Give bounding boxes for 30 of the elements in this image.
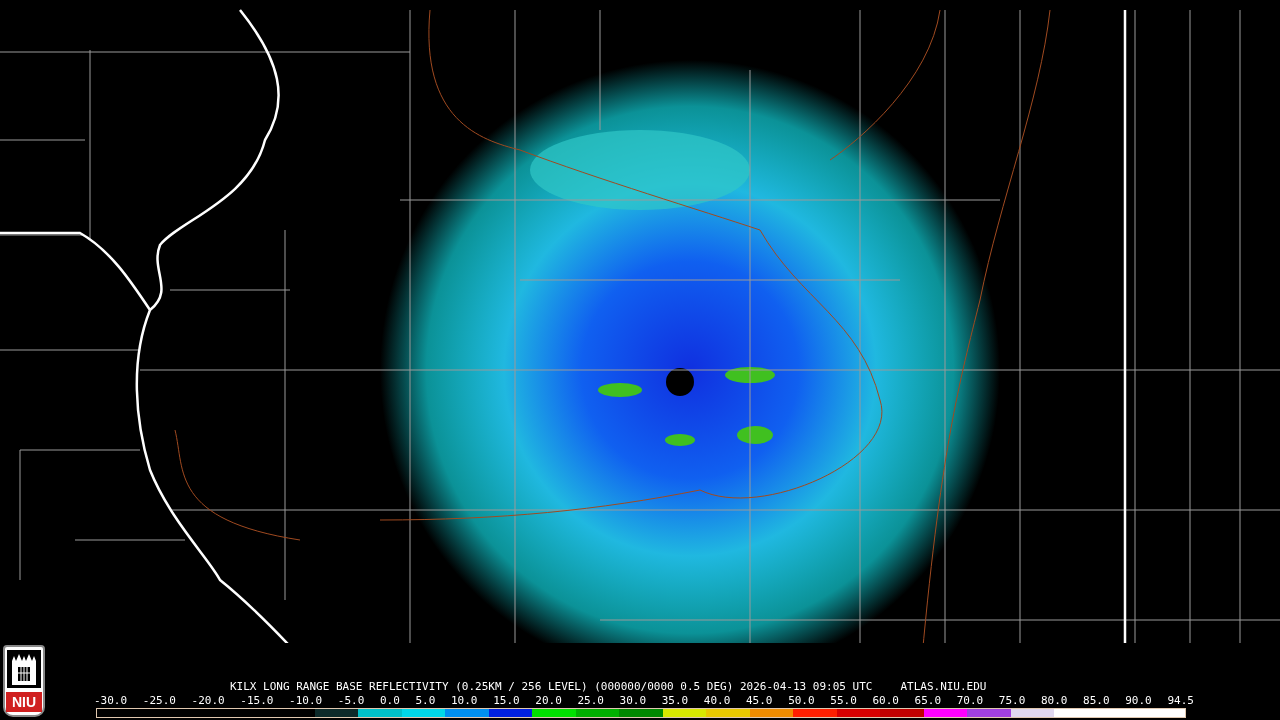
scale-label: 45.0 [746,695,773,707]
scale-label: 20.0 [535,695,562,707]
scale-label: 10.0 [451,695,478,707]
scale-label: 0.0 [379,695,400,707]
scale-label: 70.0 [956,695,984,707]
scale-label: 85.0 [1083,695,1110,707]
scale-label: 35.0 [661,695,689,707]
scale-label: 60.0 [872,695,899,707]
scale-label: -20.0 [191,695,225,707]
source-caption: ATLAS.NIU.EDU [900,680,987,693]
tower-icon [7,650,41,688]
scale-label: 94.5 [1167,695,1194,707]
scale-label: 90.0 [1125,695,1152,707]
scale-label: -10.0 [289,695,323,707]
scale-label: 55.0 [830,695,857,707]
logo-text: NIU [6,692,42,712]
scale-label: -5.0 [337,695,365,707]
scale-label: -15.0 [240,695,274,707]
product-caption: KILX LONG RANGE BASE REFLECTIVITY (0.25KM / 256 LEVEL) (000000/0000 0.5 DEG) 2026-04-13 09:05 UTC [230,680,873,693]
scale-label: 25.0 [577,695,604,707]
scale-label: 40.0 [703,695,731,707]
scale-label: -30.0 [94,695,128,707]
scale-label: 5.0 [415,695,436,707]
scale-label: 65.0 [914,695,942,707]
scale-label: 15.0 [493,695,520,707]
scale-label: -25.0 [142,695,176,707]
scale-label: 50.0 [788,695,815,707]
scale-label: 80.0 [1040,695,1068,707]
scale-label: 30.0 [619,695,647,707]
scale-label: 75.0 [998,695,1026,707]
